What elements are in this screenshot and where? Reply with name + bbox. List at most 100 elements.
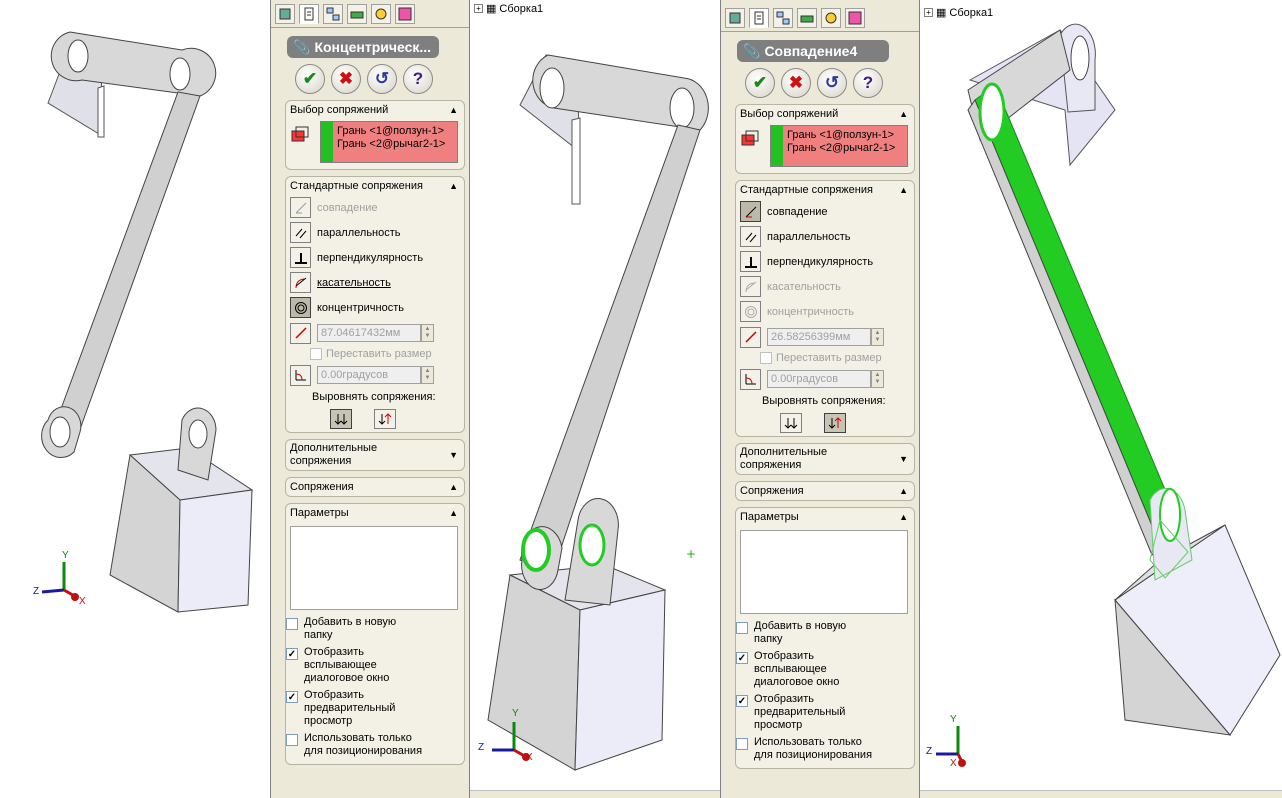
aligned-button-icon[interactable] xyxy=(330,409,352,429)
perpendicular-mate-option[interactable]: перпендикулярность xyxy=(286,245,464,270)
tangent-mate-option[interactable]: касательность xyxy=(286,270,464,295)
perpendicular-icon[interactable] xyxy=(740,251,761,272)
distance-input[interactable]: 26.58256399мм xyxy=(767,328,871,346)
mate-selection-list[interactable]: Грань <1@ползун-1> Грань <2@рычаг2-1> xyxy=(770,125,908,167)
add-to-new-folder-option[interactable]: Добавить в новую папку xyxy=(286,616,464,642)
coincident-icon[interactable] xyxy=(290,197,311,218)
show-preview-option[interactable]: ✓ Отобразить предварительный просмотр xyxy=(736,693,914,732)
angle-input[interactable]: 0.00градусов xyxy=(767,370,871,388)
concentric-icon[interactable] xyxy=(290,297,311,318)
property-manager-tab-icon[interactable] xyxy=(299,3,319,24)
options-header[interactable]: Параметры xyxy=(290,507,349,519)
ok-button[interactable]: ✔ xyxy=(295,64,325,94)
expand-arrow-icon[interactable]: ▼ xyxy=(899,454,908,464)
mates-header[interactable]: Сопряжения xyxy=(740,485,804,497)
coincident-icon[interactable] xyxy=(740,201,761,222)
display-manager-tab-icon[interactable] xyxy=(821,7,841,28)
appearance-tab-icon[interactable] xyxy=(845,7,865,28)
middle-assembly-model[interactable]: + xyxy=(470,0,720,798)
configuration-manager-tab-icon[interactable] xyxy=(323,3,343,24)
add-to-new-folder-checkbox[interactable] xyxy=(736,622,748,634)
undo-button[interactable]: ↺ xyxy=(817,68,847,98)
selection-item[interactable]: Грань <2@рычаг2-1> xyxy=(337,138,457,151)
anti-aligned-button-icon[interactable] xyxy=(374,409,396,429)
right-assembly-model[interactable] xyxy=(920,0,1282,798)
parallel-icon[interactable] xyxy=(740,226,761,247)
positioning-only-option[interactable]: Использовать только для позиционирования xyxy=(736,736,914,762)
concentric-mate-option[interactable]: концентричность xyxy=(736,299,914,324)
mates-header[interactable]: Сопряжения xyxy=(290,481,354,493)
show-popup-option[interactable]: ✓ Отобразить всплывающее диалоговое окно xyxy=(736,650,914,689)
aligned-button-icon[interactable] xyxy=(780,413,802,433)
tangent-icon[interactable] xyxy=(740,276,761,297)
ok-button[interactable]: ✔ xyxy=(745,68,775,98)
flip-dimension-checkbox[interactable] xyxy=(760,352,772,364)
options-header[interactable]: Параметры xyxy=(740,511,799,523)
collapse-arrow-icon[interactable]: ▲ xyxy=(449,105,458,115)
advanced-mates-group[interactable]: Дополнительные сопряжения ▼ xyxy=(285,439,465,471)
flip-dimension-option[interactable]: Переставить размер xyxy=(286,346,464,362)
flip-dimension-checkbox[interactable] xyxy=(310,348,322,360)
cancel-button[interactable]: ✖ xyxy=(781,68,811,98)
coincident-mate-option[interactable]: совпадение xyxy=(736,199,914,224)
advanced-mates-header[interactable]: Дополнительные сопряжения xyxy=(290,442,400,468)
dimxpert-tab-icon[interactable] xyxy=(347,3,367,24)
concentric-icon[interactable] xyxy=(740,301,761,322)
options-list-box[interactable] xyxy=(290,526,458,610)
mate-selections-header[interactable]: Выбор сопряжений xyxy=(290,104,388,116)
property-manager-tab-icon[interactable] xyxy=(749,7,769,28)
distance-input[interactable]: 87.04617432мм xyxy=(317,324,421,342)
selection-item[interactable]: Грань <1@ползун-1> xyxy=(337,125,457,138)
standard-mates-header[interactable]: Стандартные сопряжения xyxy=(290,180,423,192)
left-graphics-area[interactable]: Y Z X xyxy=(0,0,270,798)
angle-spinner[interactable]: ▲ ▼ xyxy=(871,370,884,388)
feature-manager-tab-icon[interactable] xyxy=(275,3,295,24)
angle-input[interactable]: 0.00градусов xyxy=(317,366,421,384)
expand-arrow-icon[interactable]: ▼ xyxy=(449,450,458,460)
coincident-mate-option[interactable]: совпадение xyxy=(286,195,464,220)
parallel-mate-option[interactable]: параллельность xyxy=(286,220,464,245)
show-popup-checkbox[interactable]: ✓ xyxy=(736,652,748,664)
left-assembly-model[interactable] xyxy=(0,0,270,798)
selection-item[interactable]: Грань <1@ползун-1> xyxy=(787,129,907,142)
mate-selections-header[interactable]: Выбор сопряжений xyxy=(740,108,838,120)
selection-item[interactable]: Грань <2@рычаг2-1> xyxy=(787,142,907,155)
angle-spinner[interactable]: ▲ ▼ xyxy=(421,366,434,384)
positioning-only-checkbox[interactable] xyxy=(736,738,748,750)
flip-dimension-option[interactable]: Переставить размер xyxy=(736,350,914,366)
right-graphics-area[interactable]: + ▦ Сборка1 Y Z X xyxy=(920,0,1282,798)
show-preview-option[interactable]: ✓ Отобразить предварительный просмотр xyxy=(286,689,464,728)
feature-manager-tab-icon[interactable] xyxy=(725,7,745,28)
collapse-arrow-icon[interactable]: ▲ xyxy=(899,185,908,195)
collapse-arrow-icon[interactable]: ▲ xyxy=(449,508,458,518)
anti-aligned-button-icon[interactable] xyxy=(824,413,846,433)
distance-spinner[interactable]: ▲ ▼ xyxy=(871,328,884,346)
horizontal-scrollbar[interactable] xyxy=(470,790,720,798)
collapse-arrow-icon[interactable]: ▲ xyxy=(449,181,458,191)
show-popup-option[interactable]: ✓ Отобразить всплывающее диалоговое окно xyxy=(286,646,464,685)
show-preview-checkbox[interactable]: ✓ xyxy=(286,691,298,703)
distance-icon[interactable] xyxy=(740,326,761,348)
tangent-icon[interactable] xyxy=(290,272,311,293)
options-list-box[interactable] xyxy=(740,530,908,614)
mates-group[interactable]: Сопряжения ▲ xyxy=(285,477,465,497)
perpendicular-icon[interactable] xyxy=(290,247,311,268)
parallel-icon[interactable] xyxy=(290,222,311,243)
mates-group[interactable]: Сопряжения ▲ xyxy=(735,481,915,501)
middle-graphics-area[interactable]: + ▦ Сборка1 + Y Z X xyxy=(470,0,720,798)
concentric-mate-option[interactable]: концентричность xyxy=(286,295,464,320)
positioning-only-checkbox[interactable] xyxy=(286,734,298,746)
display-manager-tab-icon[interactable] xyxy=(371,3,391,24)
show-preview-checkbox[interactable]: ✓ xyxy=(736,695,748,707)
collapse-arrow-icon[interactable]: ▲ xyxy=(899,486,908,496)
advanced-mates-group[interactable]: Дополнительные сопряжения ▼ xyxy=(735,443,915,475)
collapse-arrow-icon[interactable]: ▲ xyxy=(899,109,908,119)
distance-spinner[interactable]: ▲ ▼ xyxy=(421,324,434,342)
help-button[interactable]: ? xyxy=(853,68,883,98)
collapse-arrow-icon[interactable]: ▲ xyxy=(899,512,908,522)
distance-icon[interactable] xyxy=(290,322,311,344)
angle-icon[interactable] xyxy=(740,368,761,390)
collapse-arrow-icon[interactable]: ▲ xyxy=(449,482,458,492)
dimxpert-tab-icon[interactable] xyxy=(797,7,817,28)
positioning-only-option[interactable]: Использовать только для позиционирования xyxy=(286,732,464,758)
